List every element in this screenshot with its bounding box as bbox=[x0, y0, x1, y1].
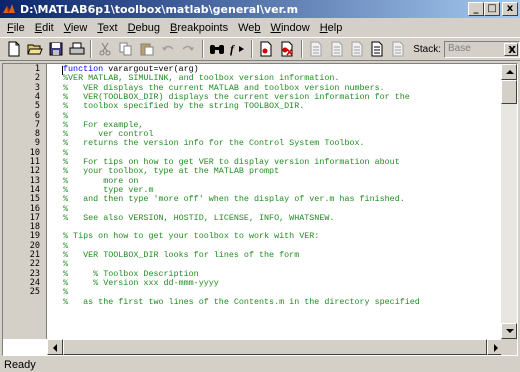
menu-item-label: elp bbox=[327, 21, 343, 34]
menu-item-mnemonic: H bbox=[319, 21, 328, 34]
status-bar: Ready bbox=[0, 358, 520, 372]
cut-icon[interactable] bbox=[95, 39, 116, 59]
clear-breakpoints-icon[interactable] bbox=[277, 39, 298, 59]
toolbar-separator bbox=[201, 40, 204, 58]
toolbar-separator bbox=[89, 40, 92, 58]
redo-icon[interactable] bbox=[178, 39, 199, 59]
open-folder-icon[interactable] bbox=[25, 39, 46, 59]
print-icon[interactable] bbox=[66, 39, 87, 59]
step-out-icon[interactable] bbox=[347, 39, 368, 59]
code-line: % as the first two lines of the Contents… bbox=[63, 296, 420, 307]
arrow-up-icon bbox=[506, 70, 514, 74]
minimize-button[interactable]: _ bbox=[468, 2, 484, 16]
menu-item[interactable]: View bbox=[59, 22, 93, 34]
maximize-button[interactable]: □ bbox=[484, 2, 500, 16]
menu-item-label: indow bbox=[280, 21, 310, 34]
code-line: % % Version xxx dd-mmm-yyyy bbox=[63, 277, 219, 288]
menu-item[interactable]: File bbox=[2, 22, 30, 34]
function-icon[interactable]: f bbox=[227, 39, 248, 59]
code-text: % See also VERSION, HOSTID, LICENSE, INF… bbox=[63, 212, 335, 223]
status-text: Ready bbox=[4, 359, 36, 371]
vertical-scroll-thumb[interactable] bbox=[501, 80, 517, 104]
code-editor[interactable]: 1 2 3 4 5 6 7 8 9 10 11 12 13 14 15 16 17 18 19 20 21 22 23 24 2… bbox=[2, 63, 518, 356]
close-button[interactable]: x bbox=[502, 2, 518, 16]
paste-icon[interactable] bbox=[136, 39, 157, 59]
scroll-down-button[interactable] bbox=[501, 323, 517, 339]
code-line: % toolbox specified by the string TOOLBO… bbox=[63, 102, 304, 111]
menu-item-mnemonic: F bbox=[7, 21, 14, 34]
window-title: D:\MATLAB6p1\toolbox\matlab\general\ver.… bbox=[20, 2, 299, 16]
code-line: % See also VERSION, HOSTID, LICENSE, INF… bbox=[63, 212, 335, 223]
menu-item-label: reakpoints bbox=[177, 21, 229, 34]
step-icon[interactable] bbox=[306, 39, 327, 59]
menu-item[interactable]: Edit bbox=[30, 22, 59, 34]
toolbar-separator bbox=[300, 40, 303, 58]
menu-item-mnemonic: E bbox=[34, 21, 43, 34]
stack-label: Stack: bbox=[413, 43, 442, 55]
menu-item-mnemonic: V bbox=[63, 21, 71, 34]
horizontal-scrollbar[interactable] bbox=[47, 339, 503, 355]
code-area[interactable]: function varargout=ver(arg) %VER MATLAB, … bbox=[49, 64, 499, 339]
save-icon[interactable] bbox=[45, 39, 66, 59]
line-number: 25 bbox=[29, 287, 40, 298]
code-text: % and then type 'more off' when the disp… bbox=[63, 194, 405, 205]
menu-bar: File Edit View Text Debug Breakpoints Web Windo… bbox=[0, 18, 520, 37]
scroll-up-button[interactable] bbox=[501, 64, 517, 80]
code-text: % VER TOOLBOX_DIR looks for lines of the… bbox=[63, 250, 300, 260]
menu-item-label: ext bbox=[102, 21, 118, 34]
code-text: % as the first two lines of the Contents… bbox=[63, 296, 420, 307]
new-file-icon[interactable] bbox=[4, 39, 25, 59]
scroll-left-button[interactable] bbox=[47, 339, 63, 355]
code-text: % % Version xxx dd-mmm-yyyy bbox=[63, 277, 219, 288]
menu-item-label: We bbox=[238, 21, 255, 34]
undo-icon[interactable] bbox=[157, 39, 178, 59]
menu-item-label: iew bbox=[70, 21, 88, 34]
scroll-corner bbox=[501, 339, 517, 355]
line-number-gutter: 1 2 3 4 5 6 7 8 9 10 11 12 13 14 15 16 17 18 19 20 21 22 23 24 2… bbox=[3, 64, 47, 339]
toolbar-separator bbox=[251, 40, 254, 58]
menu-item[interactable]: Web bbox=[233, 22, 265, 34]
editor-close-button[interactable]: x bbox=[508, 42, 516, 56]
arrow-down-icon bbox=[506, 329, 514, 333]
matlab-logo-icon bbox=[2, 2, 16, 16]
menu-item[interactable]: Text bbox=[92, 22, 122, 34]
arrow-right-icon bbox=[494, 344, 498, 352]
menu-item-mnemonic: b bbox=[254, 21, 261, 34]
menu-item-mnemonic: W bbox=[270, 21, 281, 34]
code-text: % Tips on how to get your toolbox to wor… bbox=[63, 231, 320, 242]
exit-debug-icon[interactable] bbox=[388, 39, 409, 59]
arrow-left-icon bbox=[53, 344, 57, 352]
code-text: % toolbox specified by the string TOOLBO… bbox=[63, 101, 305, 112]
menu-item[interactable]: Debug bbox=[123, 22, 165, 34]
code-line: % Tips on how to get your toolbox to wor… bbox=[63, 232, 319, 241]
find-icon[interactable] bbox=[207, 39, 228, 59]
step-in-icon[interactable] bbox=[326, 39, 347, 59]
code-line: % VER TOOLBOX_DIR looks for lines of the… bbox=[63, 250, 300, 260]
menu-item-label: ebug bbox=[135, 21, 160, 34]
copy-icon[interactable] bbox=[116, 39, 137, 59]
menu-item[interactable]: Breakpoints bbox=[165, 22, 233, 34]
menu-item-label: dit bbox=[42, 21, 54, 34]
code-line: % returns the version info for the Contr… bbox=[63, 139, 365, 148]
set-breakpoint-icon[interactable] bbox=[256, 39, 277, 59]
menu-item-label: ile bbox=[13, 21, 25, 34]
code-line: % and then type 'more off' when the disp… bbox=[63, 195, 405, 204]
toolbar: f Stack: Base x bbox=[0, 37, 520, 61]
menu-item[interactable]: Window bbox=[266, 22, 315, 34]
vertical-scrollbar[interactable] bbox=[501, 64, 517, 339]
svg-text:f: f bbox=[230, 42, 235, 56]
menu-item-mnemonic: D bbox=[127, 21, 136, 34]
continue-icon[interactable] bbox=[368, 39, 389, 59]
horizontal-scroll-thumb[interactable] bbox=[63, 339, 487, 355]
code-text: % returns the version info for the Contr… bbox=[63, 138, 365, 149]
menu-item[interactable]: Help bbox=[315, 22, 348, 34]
stack-select-value: Base bbox=[448, 42, 471, 54]
title-bar[interactable]: D:\MATLAB6p1\toolbox\matlab\general\ver.… bbox=[0, 0, 520, 18]
